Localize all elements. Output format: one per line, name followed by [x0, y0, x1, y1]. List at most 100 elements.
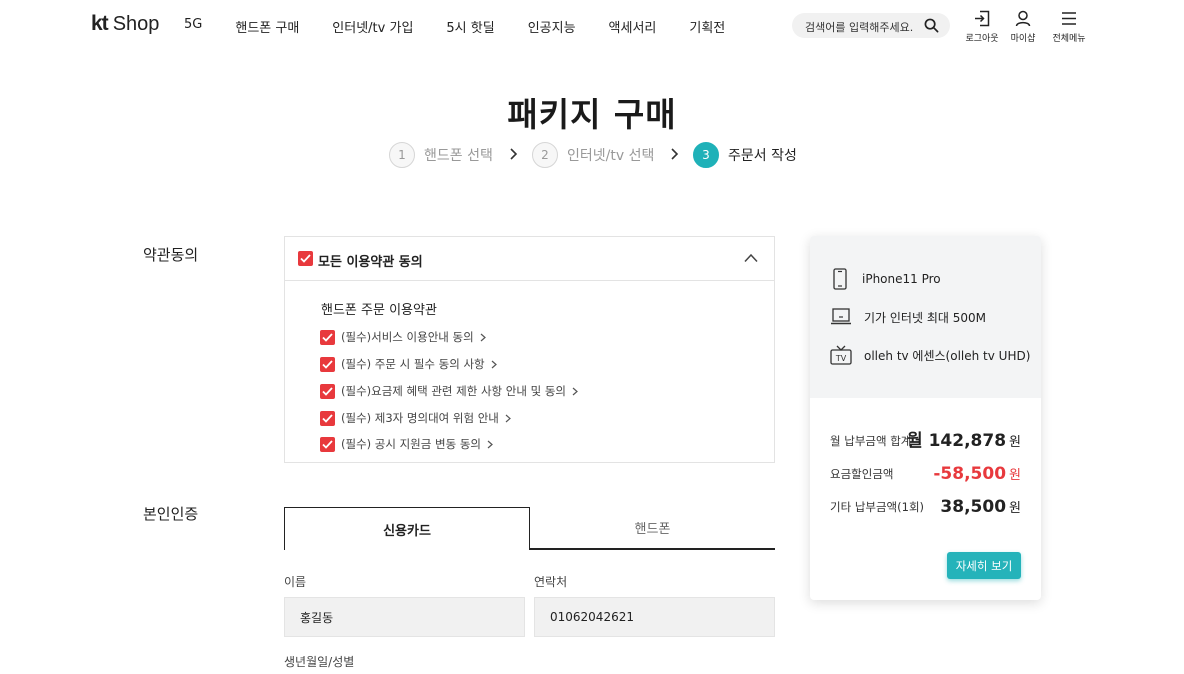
tab-credit-card[interactable]: 신용카드	[284, 507, 530, 550]
logout-label: 로그아웃	[965, 34, 999, 44]
view-details-button[interactable]: 자세히 보기	[947, 552, 1021, 579]
logout-icon	[975, 10, 990, 27]
step-arrow-icon	[510, 148, 518, 160]
discount-label: 요금할인금액	[830, 467, 894, 481]
terms-agreement-box: 모든 이용약관 동의 핸드폰 주문 이용약관 (필수)서비스 이용안내 동의 (…	[284, 236, 775, 463]
phone-label: 연락처	[534, 575, 568, 589]
term-checkbox[interactable]	[320, 436, 335, 452]
nav-item-hotdeal[interactable]: 5시 핫딜	[446, 17, 494, 36]
logout-button[interactable]: 로그아웃	[960, 10, 1004, 44]
other-payment-label: 기타 납부금액(1회)	[830, 500, 925, 514]
currency-unit: 원	[1009, 501, 1021, 516]
step-1: 1 핸드폰 선택	[389, 142, 493, 168]
monthly-total-row: 월 납부금액 합계 월 142,878 원	[830, 425, 1021, 451]
step-2: 2 인터넷/tv 선택	[532, 142, 654, 168]
phone-icon	[833, 268, 847, 290]
nav-item-5g[interactable]: 5G	[184, 17, 202, 36]
agree-all-checkbox[interactable]	[298, 251, 313, 266]
logo-mark: kt	[91, 12, 109, 35]
other-payment-row: 기타 납부금액(1회) 38,500 원	[830, 491, 1021, 517]
check-icon	[322, 413, 333, 423]
search-icon[interactable]	[924, 18, 939, 33]
term-label: (필수) 공시 지원금 변동 동의	[341, 437, 481, 451]
tv-icon: TV	[830, 345, 852, 365]
name-label: 이름	[284, 575, 307, 589]
nav-item-internet-tv[interactable]: 인터넷/tv 가입	[332, 17, 413, 36]
term-checkbox[interactable]	[320, 329, 335, 345]
nav-item-accessory[interactable]: 액세서리	[609, 17, 657, 36]
main-nav: 5G 핸드폰 구매 인터넷/tv 가입 5시 핫딜 인공지능 액세서리 기획전	[184, 17, 758, 36]
other-payment-value: 38,500 원	[940, 497, 1021, 517]
discount-row: 요금할인금액 -58,500 원	[830, 458, 1021, 484]
monthly-total-value: 월 142,878 원	[907, 426, 1021, 451]
term-label: (필수) 주문 시 필수 동의 사항	[341, 357, 485, 371]
step-number: 2	[532, 142, 558, 168]
tab-phone[interactable]: 핸드폰	[530, 507, 775, 550]
term-checkbox[interactable]	[320, 383, 335, 399]
step-label: 핸드폰 선택	[424, 148, 493, 164]
hamburger-menu-icon	[1062, 12, 1076, 25]
term-label: (필수) 제3자 명의대여 위험 안내	[341, 411, 499, 425]
search-input[interactable]: 검색어를 입력해주세요.	[805, 19, 913, 35]
nav-item-ai[interactable]: 인공지능	[528, 17, 576, 36]
product-item-internet: 기가 인터넷 최대 500M	[830, 305, 986, 329]
term-item[interactable]: (필수) 제3자 명의대여 위험 안내	[320, 410, 511, 426]
product-item-phone: iPhone11 Pro	[830, 267, 941, 291]
all-menu-button[interactable]: 전체메뉴	[1047, 10, 1091, 44]
currency-unit: 원	[1009, 435, 1021, 450]
laptop-icon	[831, 308, 851, 325]
other-payment-amount: 38,500	[940, 497, 1007, 517]
name-field[interactable]: 홍길동	[284, 597, 525, 637]
term-item[interactable]: (필수)요금제 혜택 관련 제한 사항 안내 및 동의	[320, 383, 578, 399]
discount-amount: -58,500	[933, 464, 1007, 484]
logo-text: Shop	[112, 13, 160, 35]
nav-item-phone[interactable]: 핸드폰 구매	[235, 17, 299, 36]
user-icon	[1015, 10, 1031, 27]
check-icon	[322, 439, 333, 449]
chevron-right-icon[interactable]	[572, 387, 578, 396]
step-arrow-icon	[671, 148, 679, 160]
check-icon	[322, 359, 333, 369]
discount-value: -58,500 원	[933, 464, 1021, 484]
svg-text:TV: TV	[835, 354, 847, 363]
agree-all-label: 모든 이용약관 동의	[318, 255, 423, 270]
step-3: 3 주문서 작성	[693, 142, 797, 168]
chevron-right-icon[interactable]	[491, 360, 497, 369]
product-label: 기가 인터넷 최대 500M	[864, 310, 986, 325]
monthly-total-label: 월 납부금액 합계	[830, 434, 912, 448]
mypage-button[interactable]: 마이샵	[1001, 10, 1045, 44]
term-item[interactable]: (필수) 주문 시 필수 동의 사항	[320, 356, 497, 372]
step-label: 인터넷/tv 선택	[567, 148, 655, 164]
chevron-up-icon[interactable]	[744, 253, 758, 263]
mypage-label: 마이샵	[1010, 34, 1036, 44]
nav-item-promotion[interactable]: 기획전	[689, 17, 725, 36]
chevron-right-icon[interactable]	[505, 414, 511, 423]
term-item[interactable]: (필수)서비스 이용안내 동의	[320, 329, 486, 345]
product-label: olleh tv 에센스(olleh tv UHD)	[864, 348, 1031, 363]
step-number: 1	[389, 142, 415, 168]
term-item[interactable]: (필수) 공시 지원금 변동 동의	[320, 436, 493, 452]
chevron-right-icon[interactable]	[480, 333, 486, 342]
kt-shop-logo[interactable]: kt Shop	[91, 12, 159, 38]
term-checkbox[interactable]	[320, 410, 335, 426]
check-icon	[300, 254, 311, 263]
agree-all-row[interactable]: 모든 이용약관 동의	[285, 237, 774, 281]
step-number: 3	[693, 142, 719, 168]
phone-field[interactable]: 01062042621	[534, 597, 775, 637]
term-label: (필수)요금제 혜택 관련 제한 사항 안내 및 동의	[341, 384, 566, 398]
all-menu-label: 전체메뉴	[1052, 34, 1086, 44]
search-box[interactable]: 검색어를 입력해주세요.	[792, 13, 950, 38]
step-label: 주문서 작성	[728, 148, 797, 164]
terms-section-label: 약관동의	[143, 246, 199, 264]
header: kt Shop 5G 핸드폰 구매 인터넷/tv 가입 5시 핫딜 인공지능 액…	[0, 0, 1184, 52]
page-title: 패키지 구매	[507, 95, 677, 134]
chevron-right-icon[interactable]	[487, 440, 493, 449]
term-label: (필수)서비스 이용안내 동의	[341, 330, 474, 344]
term-checkbox[interactable]	[320, 356, 335, 372]
product-label: iPhone11 Pro	[862, 272, 941, 286]
product-item-tv: TV olleh tv 에센스(olleh tv UHD)	[830, 343, 1030, 367]
currency-unit: 원	[1009, 468, 1021, 483]
check-icon	[322, 386, 333, 396]
terms-group-title: 핸드폰 주문 이용약관	[321, 303, 437, 318]
birth-gender-label: 생년월일/성별	[284, 655, 355, 669]
